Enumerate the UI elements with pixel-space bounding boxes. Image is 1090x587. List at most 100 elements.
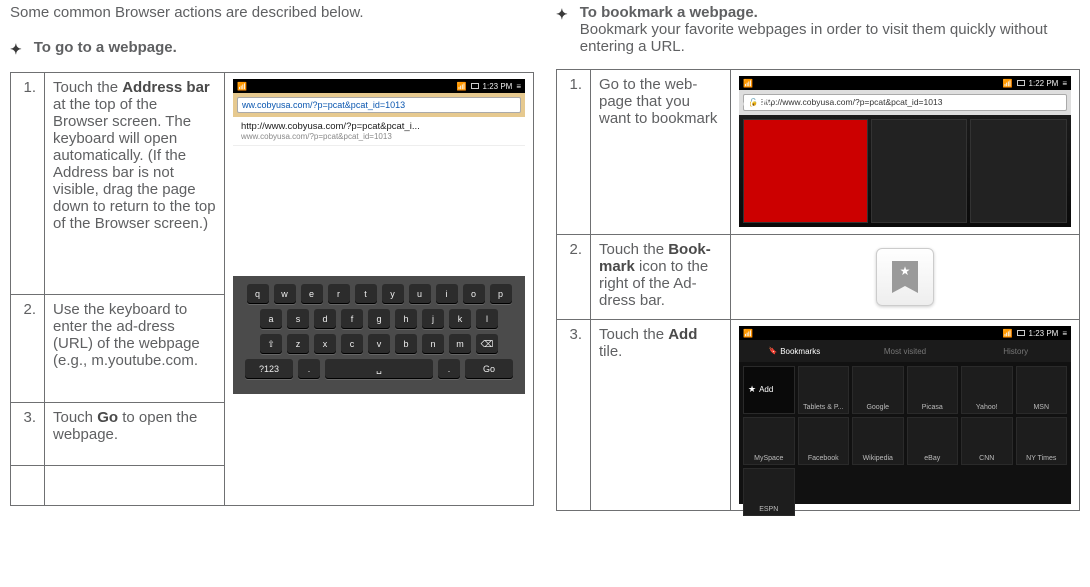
tab-history[interactable]: History — [960, 347, 1071, 356]
key[interactable]: j — [422, 309, 444, 329]
bookmark-tile[interactable]: Wikipedia — [852, 417, 904, 465]
key[interactable]: w — [274, 284, 296, 304]
product-thumb[interactable] — [743, 119, 868, 223]
bookmarks-grid: Add Tablets & P... Google Picasa Yahoo! … — [739, 362, 1071, 520]
key[interactable]: s — [287, 309, 309, 329]
step-number: 3. — [11, 403, 45, 466]
bookmark-tile[interactable]: Picasa — [907, 366, 959, 414]
left-column: Some common Browser actions are describe… — [10, 4, 534, 511]
key[interactable]: . — [298, 359, 320, 379]
key[interactable]: m — [449, 334, 471, 354]
step-text: Touch the Address bar at the top of the … — [45, 73, 225, 295]
bookmark-screenshot-1: 📶 📶 1:22 PM ≡ 🔒 http://www.cobyusa.com/?… — [731, 70, 1080, 235]
bookmark-tile[interactable]: Google — [852, 366, 904, 414]
status-time: 1:22 PM — [1029, 79, 1059, 88]
status-bar: 📶 📶 1:23 PM ≡ — [739, 326, 1071, 340]
status-bar: 📶 📶 1:23 PM ≡ — [233, 79, 525, 93]
step-number: 1. — [11, 73, 45, 295]
url-bar: 🔒 http://www.cobyusa.com/?p=pcat&pcat_id… — [739, 90, 1071, 115]
space-key[interactable]: ␣ — [325, 359, 433, 379]
key[interactable]: . — [438, 359, 460, 379]
key[interactable]: y — [382, 284, 404, 304]
webpage-screenshot: 📶 📶 1:22 PM ≡ 🔒 http://www.cobyusa.com/?… — [739, 76, 1071, 228]
key[interactable]: a — [260, 309, 282, 329]
add-bookmark-tile[interactable]: Add — [743, 366, 795, 414]
bookmark-button[interactable] — [876, 248, 934, 306]
symbols-key[interactable]: ?123 — [245, 359, 293, 379]
key[interactable]: e — [301, 284, 323, 304]
right-subtext: Bookmark your favorite webpages in order… — [580, 21, 1080, 55]
tab-most-visited[interactable]: Most visited — [850, 347, 961, 356]
tab-bookmarks[interactable]: 🔖Bookmarks — [739, 347, 850, 356]
key[interactable]: u — [409, 284, 431, 304]
battery-icon — [1017, 80, 1025, 86]
key[interactable]: q — [247, 284, 269, 304]
url-input[interactable]: 🔒 http://www.cobyusa.com/?p=pcat&pcat_id… — [743, 94, 1067, 111]
status-time: 1:23 PM — [1029, 329, 1059, 338]
key[interactable]: l — [476, 309, 498, 329]
bookmark-icon-cell — [731, 235, 1080, 320]
brand-logo: COBY — [743, 99, 772, 110]
key[interactable]: c — [341, 334, 363, 354]
key[interactable]: h — [395, 309, 417, 329]
product-thumb[interactable] — [970, 119, 1067, 223]
wifi-icon: 📶 — [1003, 329, 1013, 338]
key[interactable]: v — [368, 334, 390, 354]
bookmarks-grid-screenshot: 📶 📶 1:23 PM ≡ 🔖Bookmarks Most visited — [739, 326, 1071, 504]
key[interactable]: t — [355, 284, 377, 304]
step-number: 2. — [11, 294, 45, 402]
left-steps-table: 1. Touch the Address bar at the top of t… — [10, 72, 534, 506]
wifi-icon: 📶 — [457, 82, 467, 91]
key[interactable]: k — [449, 309, 471, 329]
step-text: Touch the Add tile. — [591, 320, 731, 511]
go-key[interactable]: Go — [465, 359, 513, 379]
bookmark-tile[interactable]: Tablets & P... — [798, 366, 850, 414]
backspace-key[interactable]: ⌫ — [476, 334, 498, 354]
bookmark-tile[interactable]: MSN — [1016, 366, 1068, 414]
status-bar: 📶 📶 1:22 PM ≡ — [739, 76, 1071, 90]
step-text: Go to the web-page that you want to book… — [591, 70, 731, 235]
diamond-icon: ✦ — [556, 4, 568, 23]
key[interactable]: r — [328, 284, 350, 304]
key[interactable]: o — [463, 284, 485, 304]
address-input[interactable]: ww.cobyusa.com/?p=pcat&pcat_id=1013 — [237, 97, 521, 113]
bookmark-tile[interactable]: eBay — [907, 417, 959, 465]
bookmark-tile[interactable]: ESPN — [743, 468, 795, 516]
key[interactable]: f — [341, 309, 363, 329]
diamond-icon: ✦ — [10, 39, 22, 58]
bookmark-tile[interactable]: Facebook — [798, 417, 850, 465]
bookmark-tile[interactable]: Yahoo! — [961, 366, 1013, 414]
step-text: Touch the Book-mark icon to the right of… — [591, 235, 731, 320]
right-heading-text: To bookmark a webpage. — [580, 4, 758, 21]
key[interactable]: x — [314, 334, 336, 354]
battery-icon — [471, 83, 479, 89]
step-text: Touch Go to open the webpage. — [45, 403, 225, 466]
right-steps-table: 1. Go to the web-page that you want to b… — [556, 69, 1080, 511]
shift-key[interactable]: ⇧ — [260, 334, 282, 354]
key[interactable]: n — [422, 334, 444, 354]
key[interactable]: d — [314, 309, 336, 329]
menu-icon: ≡ — [1062, 79, 1067, 88]
bookmark-screenshot-3: 📶 📶 1:23 PM ≡ 🔖Bookmarks Most visited — [731, 320, 1080, 511]
key[interactable]: p — [490, 284, 512, 304]
product-thumb[interactable] — [871, 119, 968, 223]
key[interactable]: g — [368, 309, 390, 329]
right-heading: ✦ To bookmark a webpage. Bookmark your f… — [556, 4, 1080, 55]
bookmark-icon — [892, 261, 918, 293]
step-number: 3. — [557, 320, 591, 511]
bookmark-tile[interactable]: NY Times — [1016, 417, 1068, 465]
bookmark-tile[interactable]: CNN — [961, 417, 1013, 465]
url-suggestion[interactable]: http://www.cobyusa.com/?p=pcat&pcat_i...… — [233, 117, 525, 146]
page: Some common Browser actions are describe… — [10, 4, 1080, 511]
bookmark-tile[interactable]: MySpace — [743, 417, 795, 465]
browser-keyboard-screenshot: 📶 📶 1:23 PM ≡ ww.cobyusa.com/?p=pcat&pca… — [233, 79, 525, 499]
signal-icon: 📶 — [237, 82, 247, 91]
address-bar-area: ww.cobyusa.com/?p=pcat&pcat_id=1013 — [233, 93, 525, 117]
key[interactable]: b — [395, 334, 417, 354]
bookmark-icon: 🔖 — [768, 347, 777, 355]
left-heading-text: To go to a webpage. — [34, 39, 534, 56]
left-screenshot-cell: 📶 📶 1:23 PM ≡ ww.cobyusa.com/?p=pcat&pca… — [225, 73, 534, 506]
key[interactable]: i — [436, 284, 458, 304]
key[interactable]: z — [287, 334, 309, 354]
signal-icon: 📶 — [743, 79, 753, 88]
